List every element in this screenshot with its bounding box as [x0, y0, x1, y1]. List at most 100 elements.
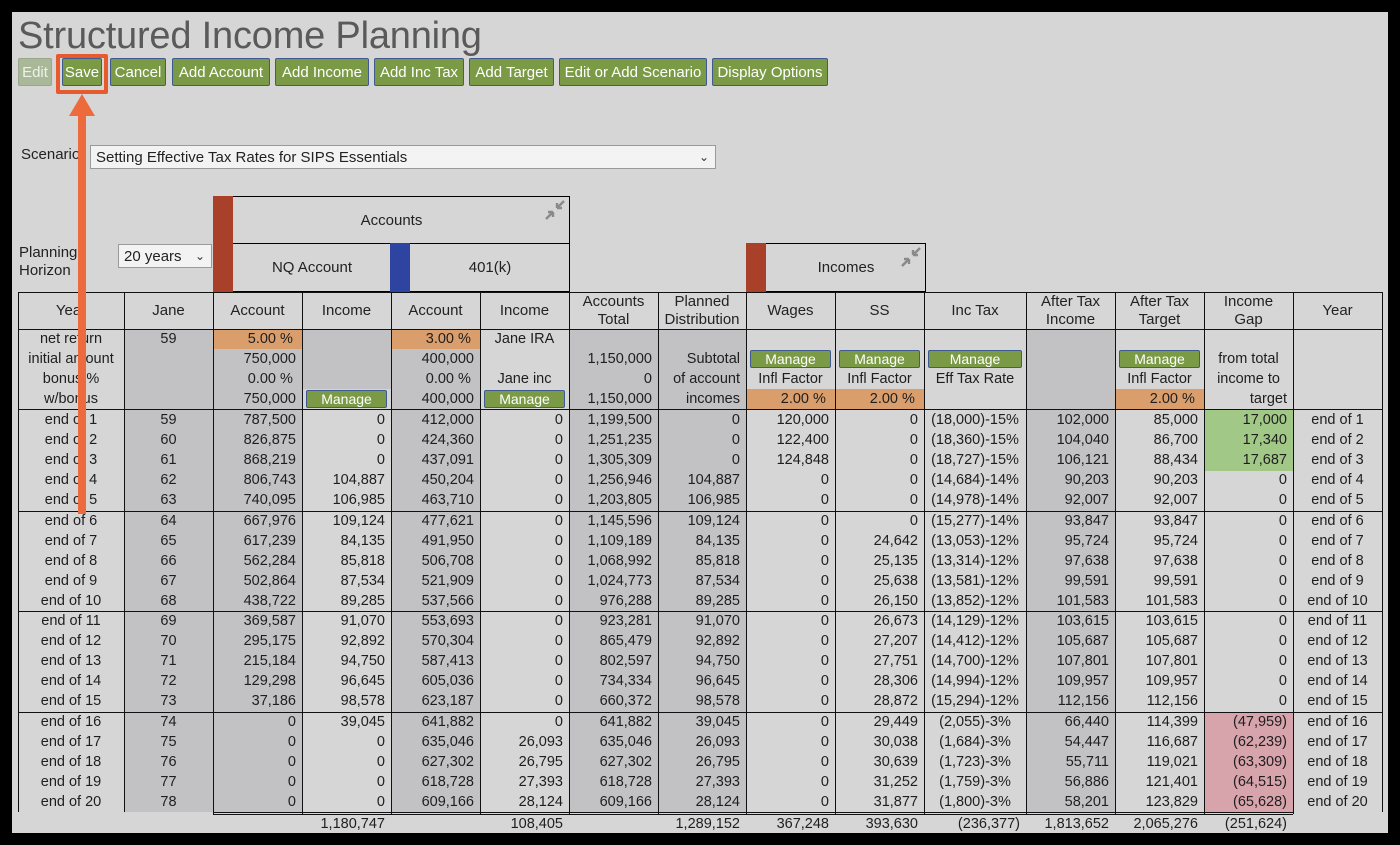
grid-line — [1293, 292, 1294, 814]
ss-manage-button[interactable]: Manage — [839, 350, 920, 368]
k401-income-manage-button[interactable]: Manage — [484, 390, 565, 408]
grid-line — [18, 611, 1383, 612]
column-header: Planned — [674, 293, 730, 310]
nq-initial-amount[interactable]: 750,000 — [213, 349, 302, 369]
table-cell: (15,294)-12% — [931, 693, 1019, 710]
total-with-bonus: 1,150,000 — [587, 391, 652, 407]
cancel-button[interactable]: Cancel — [110, 58, 166, 86]
table-cell: end of 7 — [1311, 532, 1364, 549]
column-header: Gap — [1234, 311, 1263, 328]
app-window: Structured Income Planning Edit Save Can… — [12, 12, 1388, 833]
table-cell: 17,000 — [1242, 412, 1287, 428]
table-cell: 91,070 — [695, 613, 740, 629]
grid-line — [124, 292, 125, 812]
table-cell: 1,145,596 — [587, 512, 652, 529]
table-cell: 0 — [554, 613, 563, 629]
table-cell: 122,400 — [776, 432, 829, 449]
column-header: After Tax — [1130, 293, 1189, 310]
add-inc-tax-button[interactable]: Add Inc Tax — [374, 58, 464, 86]
table-cell: 95,724 — [1153, 532, 1198, 549]
edit-scenario-button[interactable]: Edit or Add Scenario — [559, 58, 707, 86]
table-cell: 0 — [820, 552, 829, 569]
column-header: Income — [1045, 311, 1096, 328]
add-account-button[interactable]: Add Account — [172, 58, 270, 86]
table-cell: 0 — [554, 713, 563, 730]
table-cell: 112,156 — [1146, 693, 1198, 710]
table-cell: end of 6 — [1311, 512, 1364, 529]
table-cell: 85,000 — [1153, 412, 1198, 428]
nq-income-manage-button[interactable]: Manage — [306, 390, 387, 408]
table-cell: 618,728 — [599, 773, 652, 790]
grid-line — [569, 292, 570, 814]
table-cell: 641,882 — [599, 713, 652, 730]
target-manage-button[interactable]: Manage — [1119, 350, 1200, 368]
edit-button[interactable]: Edit — [18, 58, 52, 86]
table-cell: (1,723)-3% — [939, 753, 1011, 770]
param-row-label: net return — [39, 331, 103, 347]
table-cell: end of 16 — [40, 713, 102, 730]
table-cell: 98,578 — [340, 693, 385, 710]
table-cell: 99,591 — [1064, 572, 1109, 589]
gap-note: from total — [1218, 351, 1279, 367]
table-cell: end of 14 — [40, 673, 102, 690]
grid-line — [480, 292, 481, 814]
table-cell: end of 10 — [1307, 592, 1368, 609]
column-header: Jane — [152, 302, 185, 319]
table-cell: 26,093 — [518, 733, 563, 750]
table-cell: end of 15 — [40, 693, 102, 710]
scenario-select[interactable]: Setting Effective Tax Rates for SIPS Ess… — [90, 145, 716, 169]
table-cell: 28,124 — [518, 793, 563, 810]
table-cell: 106,985 — [687, 492, 740, 509]
table-cell: 59 — [160, 412, 177, 428]
table-cell: 58,201 — [1064, 793, 1109, 810]
collapse-icon[interactable] — [543, 198, 567, 222]
column-header: Year — [55, 302, 87, 319]
collapse-icon[interactable] — [899, 245, 923, 269]
table-cell: 92,007 — [1153, 492, 1198, 509]
table-cell: 26,150 — [873, 592, 918, 609]
table-cell: 1,203,805 — [587, 492, 652, 509]
wages-manage-button[interactable]: Manage — [750, 350, 831, 368]
table-cell: 0 — [554, 693, 563, 710]
table-cell: 124,848 — [776, 452, 829, 469]
table-cell: 0 — [820, 472, 829, 489]
table-cell: 101,583 — [1145, 592, 1198, 609]
total-cell: 367,248 — [776, 816, 829, 832]
grid-line — [18, 409, 1383, 410]
table-cell: 63 — [160, 492, 177, 509]
inc-tax-manage-button[interactable]: Manage — [928, 350, 1022, 368]
table-cell: 1,109,189 — [587, 532, 652, 549]
table-cell: 28,306 — [873, 673, 918, 690]
table-cell: 463,710 — [421, 492, 474, 509]
table-cell: 89,285 — [695, 592, 740, 609]
table-cell: 103,615 — [1145, 613, 1198, 629]
grid-line — [1204, 292, 1205, 814]
table-cell: 802,597 — [599, 653, 652, 670]
table-cell: end of 2 — [44, 432, 98, 449]
table-cell: 806,743 — [243, 472, 296, 489]
table-cell: 740,095 — [243, 492, 296, 509]
table-cell: 0 — [820, 532, 829, 549]
k401-initial-amount[interactable]: 400,000 — [391, 349, 480, 369]
table-cell: 0 — [909, 432, 918, 449]
table-cell: 1,068,992 — [587, 552, 652, 569]
add-income-button[interactable]: Add Income — [275, 58, 369, 86]
table-cell: 72 — [160, 673, 177, 690]
total-cell: 2,065,276 — [1133, 816, 1198, 832]
add-target-button[interactable]: Add Target — [469, 58, 554, 86]
table-cell: 562,284 — [243, 552, 296, 569]
eff-tax-rate-label: Eff Tax Rate — [935, 371, 1015, 387]
table-cell: (1,800)-3% — [939, 793, 1011, 810]
grid-line — [302, 292, 303, 814]
table-cell: 26,093 — [695, 733, 740, 750]
table-cell: 106,985 — [332, 492, 385, 509]
horizon-select[interactable]: 20 years ⌄ — [118, 244, 212, 268]
table-cell: 37,186 — [251, 693, 296, 710]
table-cell: 0 — [820, 613, 829, 629]
table-cell: 0 — [820, 713, 829, 730]
table-cell: 27,393 — [518, 773, 563, 790]
display-options-button[interactable]: Display Options — [712, 58, 828, 86]
table-cell: 0 — [820, 693, 829, 710]
table-cell: 0 — [554, 532, 563, 549]
table-cell: 0 — [376, 753, 385, 770]
